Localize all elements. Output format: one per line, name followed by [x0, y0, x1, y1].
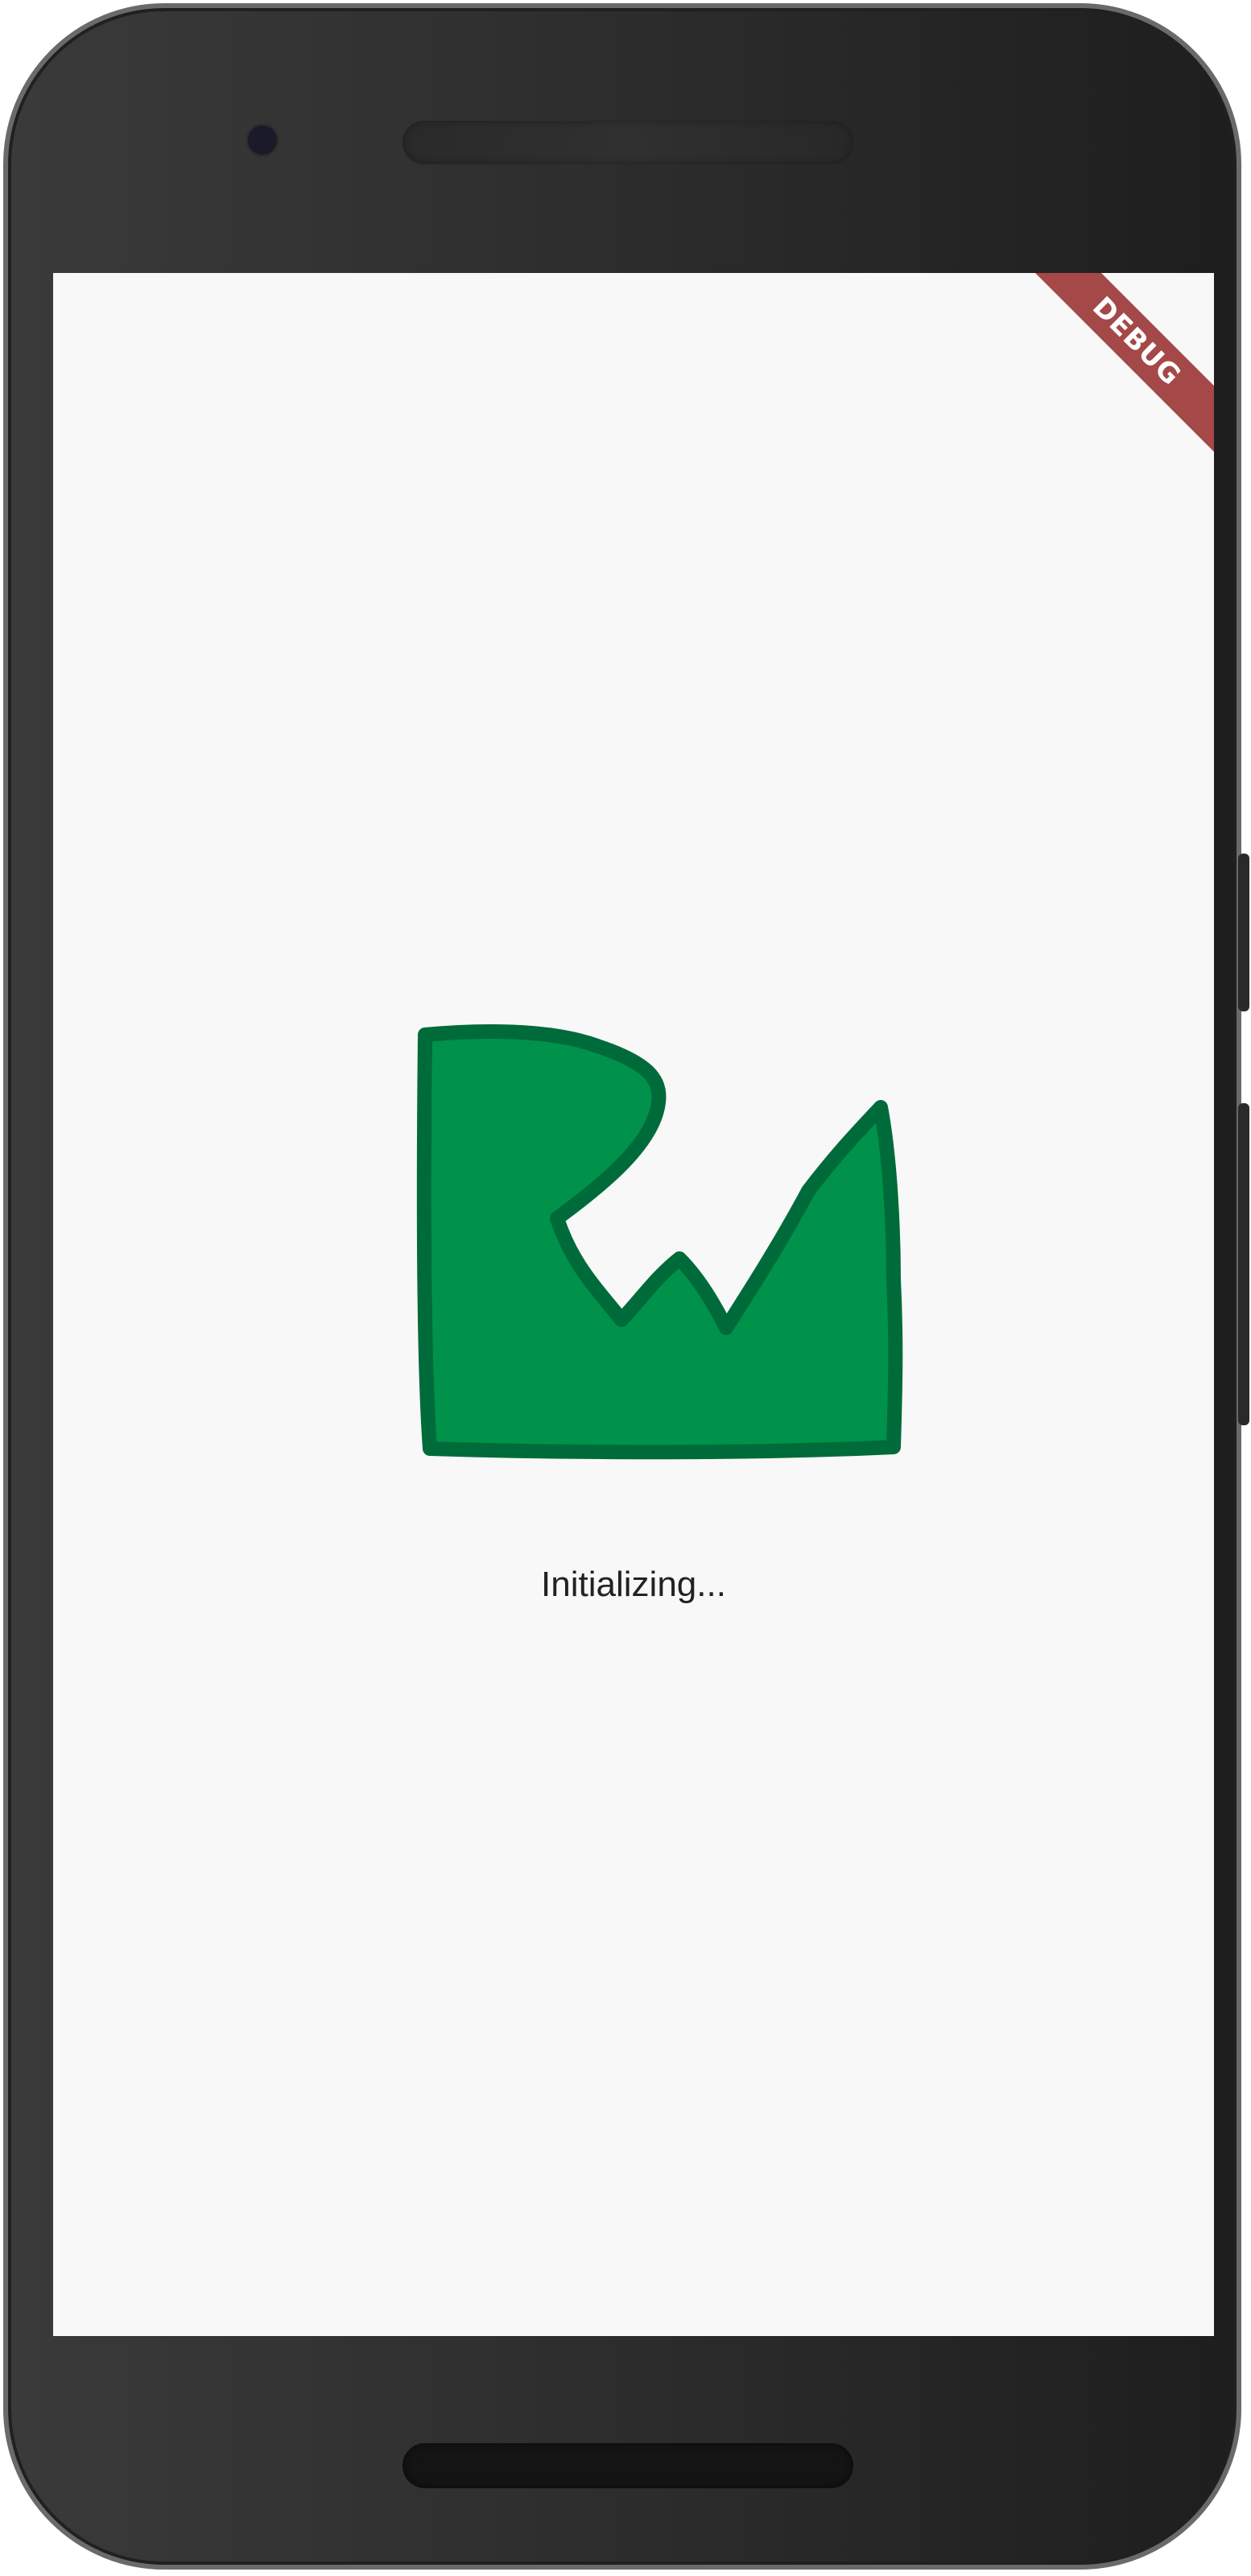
- phone-frame: DEBUG Initializing...: [3, 3, 1241, 2570]
- front-camera-icon: [248, 126, 277, 155]
- debug-banner: DEBUG: [1010, 273, 1214, 468]
- volume-up-button[interactable]: [1238, 854, 1249, 1011]
- app-screen: DEBUG Initializing...: [53, 273, 1214, 2336]
- bottom-speaker-grille: [403, 2443, 853, 2488]
- logo-shape: [416, 1024, 903, 1460]
- initializing-status-text: Initializing...: [541, 1565, 726, 1604]
- grass-logo-icon: [416, 1024, 903, 1460]
- top-speaker-grille: [403, 121, 853, 164]
- power-button[interactable]: [1238, 1103, 1249, 1425]
